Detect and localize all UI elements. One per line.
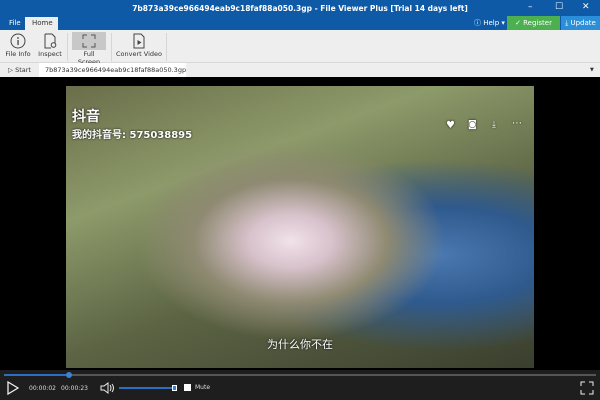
inspect-document-icon [37, 32, 63, 50]
register-button[interactable]: ✓ Register [507, 16, 560, 30]
video-file-icon [116, 32, 162, 50]
volume-level [119, 387, 175, 389]
full-screen-button[interactable]: Full Screen [72, 32, 106, 66]
help-button[interactable]: ⓘ Help ▾ [472, 16, 506, 30]
update-button[interactable]: ⤓ Update [561, 16, 600, 30]
expand-icon [72, 32, 106, 50]
camera-icon: ◙ [468, 120, 477, 130]
play-button[interactable] [7, 380, 20, 397]
document-tab-bar: ▷ Start 7b873a39ce966494eab9c18faf88a050… [0, 63, 600, 88]
more-icon: ⋯ [512, 118, 522, 129]
convert-video-button[interactable]: Convert Video [116, 32, 162, 62]
duration: 00:00:23 [61, 385, 88, 392]
player-controls: 00:00:02 00:00:23 Mute [0, 370, 600, 400]
seek-bar[interactable] [4, 372, 596, 378]
ribbon: File Info Inspect Full Screen Convert Vi… [0, 30, 600, 66]
file-info-button[interactable]: File Info [4, 32, 32, 62]
help-icon: ⓘ [474, 19, 484, 27]
mute-label: Mute [195, 384, 211, 391]
volume-button[interactable] [100, 382, 114, 396]
video-viewport[interactable]: 抖音 我的抖音号: 575038895 为什么你不在 ♥ ◙ ⤓ ⋯ [0, 78, 600, 370]
seek-handle[interactable] [66, 372, 73, 378]
speaker-icon [100, 382, 114, 394]
minimize-button[interactable]: – [528, 2, 533, 12]
tab-list-dropdown[interactable]: ▼ [590, 63, 594, 77]
brand-watermark: 抖音 [72, 109, 100, 125]
current-time: 00:00:02 [29, 385, 56, 392]
info-icon [4, 32, 32, 50]
close-button[interactable]: ✕ [582, 2, 590, 12]
fullscreen-icon [580, 381, 594, 395]
tab-home[interactable]: Home [25, 17, 58, 30]
check-circle-icon: ✓ [515, 19, 524, 27]
heart-icon: ♥ [446, 120, 455, 131]
download-icon: ⤓ [492, 120, 496, 130]
fullscreen-toggle[interactable] [580, 381, 594, 397]
account-watermark: 我的抖音号: 575038895 [72, 130, 193, 141]
inspect-button[interactable]: Inspect [37, 32, 63, 62]
start-tab[interactable]: ▷ Start [8, 63, 31, 77]
volume-handle[interactable] [172, 385, 177, 391]
title-bar: 7b873a39ce966494eab9c18faf88a050.3gp - F… [0, 0, 600, 30]
seek-progress [4, 374, 70, 376]
mute-checkbox[interactable] [184, 384, 191, 391]
play-icon [7, 380, 20, 396]
window-title: 7b873a39ce966494eab9c18faf88a050.3gp - F… [132, 4, 468, 13]
maximize-button[interactable]: ☐ [555, 2, 563, 12]
volume-slider[interactable] [119, 385, 177, 391]
file-tab[interactable]: 7b873a39ce966494eab9c18faf88a050.3gp⊙ [39, 63, 186, 88]
video-frame: 抖音 我的抖音号: 575038895 为什么你不在 ♥ ◙ ⤓ ⋯ [66, 86, 534, 368]
tab-file[interactable]: File [2, 17, 28, 30]
video-subtitle: 为什么你不在 [267, 338, 333, 351]
